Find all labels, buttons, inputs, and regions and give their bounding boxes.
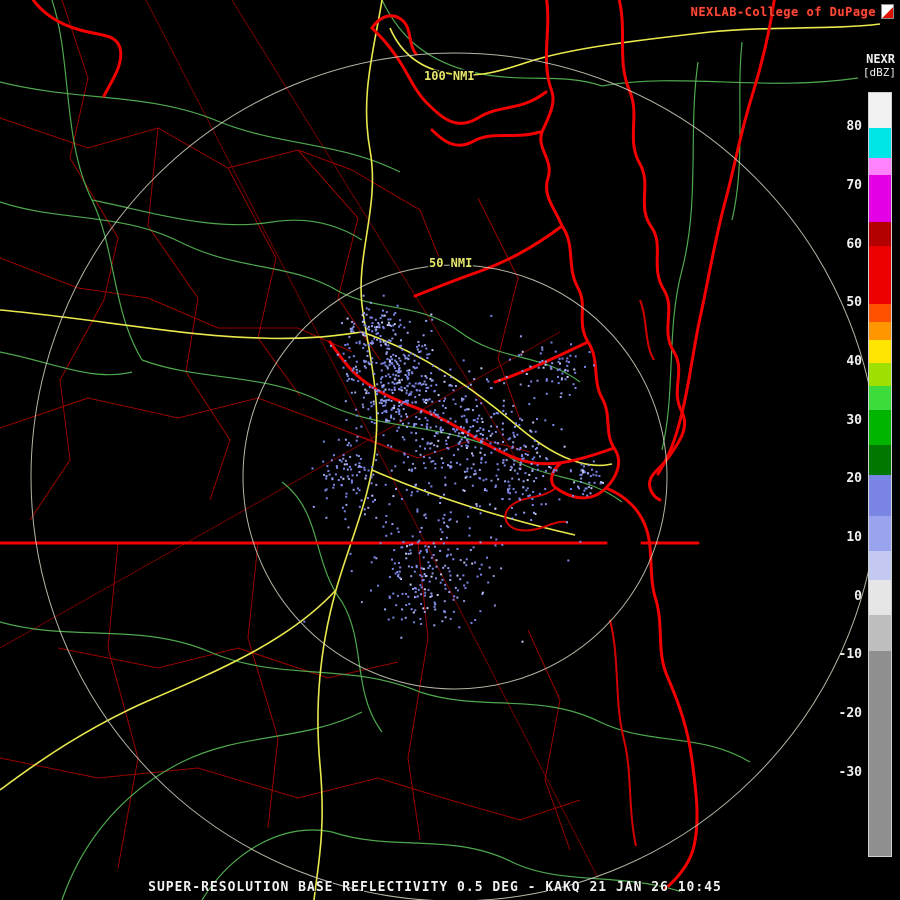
header: NEXLAB-College of DuPage [691,4,894,19]
product-caption: SUPER-RESOLUTION BASE REFLECTIVITY 0.5 D… [148,880,722,895]
northwest-border [31,0,123,98]
brand-text: NEXLAB-College of DuPage [690,4,876,19]
colorbar-segment [869,245,891,305]
radar-viewer: 100 NMI 50 NMI NEXLAB-College of DuPage … [0,0,900,900]
colorbar-units: [dBZ] [862,66,896,79]
roads [0,0,859,900]
radar-echoes [303,294,604,643]
colorbar-segment [869,650,891,857]
colorbar-segment [869,362,891,387]
colorbar-segment [869,386,891,411]
colorbar-segment [869,515,891,552]
ring-label-100nmi: 100 NMI [424,69,475,83]
colorbar-segment [869,409,891,446]
colorbar-segment [869,93,891,129]
james-river [328,340,616,466]
colorbar-segment [869,222,891,247]
colorbar-segment [869,580,891,616]
colorbar-segment [869,304,891,323]
range-ring-100nmi [30,52,880,900]
colorbar-segment [869,615,891,652]
ring-label-50nmi: 50 NMI [429,256,472,270]
colorbar-segment [869,445,891,475]
colorbar-segment [869,339,891,364]
cod-logo-icon [881,4,894,19]
colorbar-segment [869,128,891,159]
colorbar-segment [869,157,891,176]
colorbar-segment [869,550,891,581]
colorbar-segment [869,321,891,340]
delmarva-atlantic-coast [656,0,776,476]
reflectivity-colorbar [868,92,892,857]
radar-map: 100 NMI 50 NMI [0,0,881,900]
bay-west-shore [539,0,564,228]
bay-west-shore-2 [560,224,590,344]
bay-east-shore [617,0,687,502]
colorbar-segment [869,175,891,223]
bay-west-shore-3 [586,340,616,450]
range-rings [30,52,880,900]
colorbar-title: NEXR [866,52,895,66]
potomac-south-bank [430,128,542,147]
atlantic-south-coast [604,486,699,892]
colorbar-segment [869,474,891,517]
